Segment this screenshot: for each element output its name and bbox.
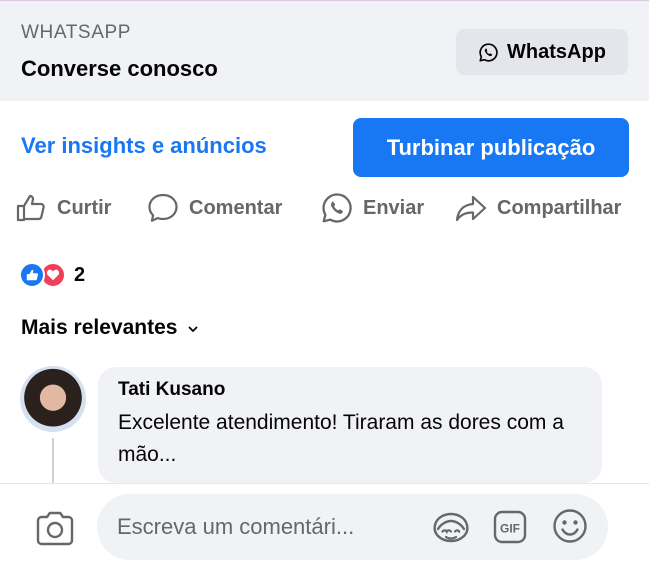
comment-bubble[interactable]: Tati Kusano Excelente atendimento! Tirar… bbox=[98, 367, 602, 483]
whatsapp-card-title: Converse conosco bbox=[21, 56, 218, 81]
reactions-summary[interactable]: 2 bbox=[19, 261, 85, 289]
whatsapp-cta-card: WHATSAPP Converse conosco WhatsApp bbox=[0, 0, 649, 101]
comment-sort-selector[interactable]: Mais relevantes bbox=[21, 316, 199, 340]
emoji-icon[interactable] bbox=[551, 507, 589, 545]
share-icon bbox=[455, 195, 487, 222]
comment-input[interactable] bbox=[117, 494, 422, 560]
whatsapp-send-icon bbox=[322, 193, 352, 223]
comment-composer: GIF bbox=[0, 483, 649, 587]
sort-label: Mais relevantes bbox=[21, 316, 178, 339]
comment-icon bbox=[148, 193, 178, 222]
commenter-avatar[interactable] bbox=[20, 366, 86, 432]
boost-post-button[interactable]: Turbinar publicação bbox=[353, 118, 629, 177]
comment-label: Comentar bbox=[189, 196, 283, 219]
comment-text: Excelente atendimento! Tiraram as dores … bbox=[118, 411, 564, 466]
whatsapp-icon bbox=[479, 42, 498, 62]
whatsapp-button-label: WhatsApp bbox=[507, 40, 606, 63]
whatsapp-button[interactable]: WhatsApp bbox=[456, 29, 628, 75]
like-button[interactable]: Curtir bbox=[14, 186, 111, 230]
send-whatsapp-button[interactable]: Enviar bbox=[320, 186, 424, 230]
share-label: Compartilhar bbox=[497, 196, 622, 219]
like-label: Curtir bbox=[57, 196, 112, 219]
like-reaction-icon bbox=[19, 262, 45, 288]
chevron-down-icon bbox=[189, 326, 198, 332]
whatsapp-overline: WHATSAPP bbox=[21, 22, 132, 43]
insights-link[interactable]: Ver insights e anúncios bbox=[21, 133, 267, 159]
thread-line bbox=[52, 438, 54, 488]
comment-author[interactable]: Tati Kusano bbox=[118, 379, 582, 401]
send-label: Enviar bbox=[363, 196, 425, 219]
like-outline-icon bbox=[16, 194, 45, 222]
camera-icon[interactable] bbox=[34, 510, 76, 548]
avatar-sticker-icon[interactable] bbox=[431, 509, 471, 547]
post-action-bar: Curtir Comentar Enviar Compartilhar bbox=[0, 186, 649, 230]
reaction-count: 2 bbox=[74, 263, 86, 286]
share-button[interactable]: Compartilhar bbox=[454, 186, 621, 230]
gif-icon[interactable]: GIF bbox=[492, 509, 528, 545]
comment-button[interactable]: Comentar bbox=[146, 186, 282, 230]
comment-input-container: GIF bbox=[97, 494, 608, 560]
svg-text:GIF: GIF bbox=[500, 522, 520, 536]
